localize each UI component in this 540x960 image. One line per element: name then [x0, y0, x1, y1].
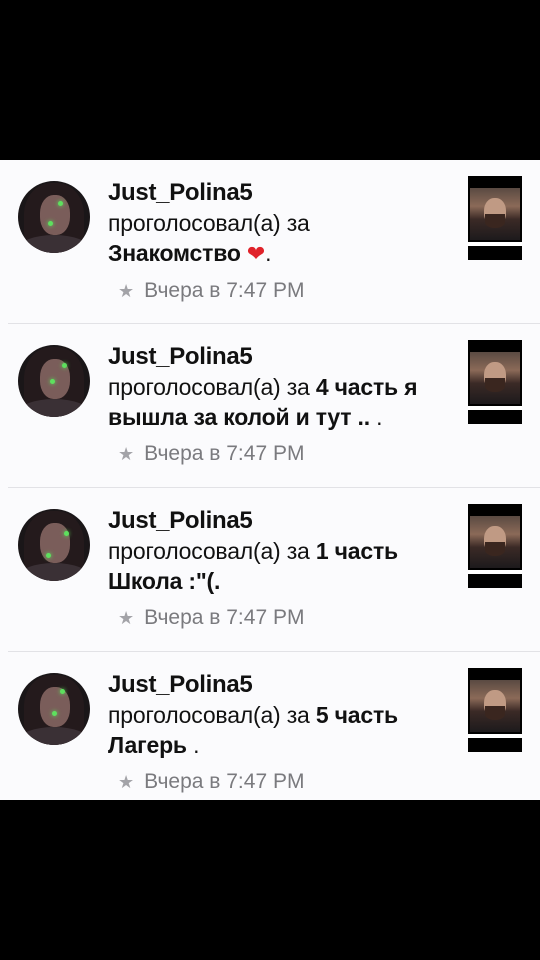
timestamp: ★ Вчера в 7:47 PM — [118, 604, 458, 632]
action-text: проголосовал(а) за — [108, 702, 310, 728]
timestamp: ★ Вчера в 7:47 PM — [118, 768, 458, 796]
timestamp-text: Вчера в 7:47 PM — [144, 770, 305, 793]
story-cover-thumbnail[interactable] — [468, 504, 522, 588]
star-icon: ★ — [118, 444, 135, 464]
notification-content: Just_Polina5 проголосовал(а) за Знакомст… — [108, 178, 458, 305]
star-icon: ★ — [118, 281, 135, 301]
star-icon: ★ — [118, 772, 135, 792]
notification-item[interactable]: Just_Polina5 проголосовал(а) за 4 часть … — [0, 324, 540, 488]
action-text: проголосовал(а) за — [108, 538, 310, 564]
story-cover-thumbnail[interactable] — [468, 668, 522, 752]
notification-content: Just_Polina5 проголосовал(а) за 5 часть … — [108, 670, 458, 796]
notification-message: проголосовал(а) за 1 часть Школа :"(. — [108, 536, 458, 596]
timestamp-text: Вчера в 7:47 PM — [144, 279, 305, 302]
notification-content: Just_Polina5 проголосовал(а) за 4 часть … — [108, 342, 458, 468]
notifications-panel: Just_Polina5 проголосовал(а) за Знакомст… — [0, 160, 540, 800]
story-cover-thumbnail[interactable] — [468, 340, 522, 424]
timestamp: ★ Вчера в 7:47 PM — [118, 277, 458, 305]
avatar[interactable] — [18, 181, 90, 253]
action-text: проголосовал(а) за — [108, 210, 310, 236]
notification-message: проголосовал(а) за 4 часть я вышла за ко… — [108, 372, 458, 432]
title-suffix: . — [369, 404, 383, 430]
avatar[interactable] — [18, 673, 90, 745]
heart-icon: ❤ — [246, 241, 266, 266]
username[interactable]: Just_Polina5 — [108, 342, 458, 372]
username[interactable]: Just_Polina5 — [108, 178, 458, 208]
username[interactable]: Just_Polina5 — [108, 506, 458, 536]
story-title[interactable]: Знакомство — [108, 240, 241, 266]
story-cover-thumbnail[interactable] — [468, 176, 522, 260]
avatar[interactable] — [18, 345, 90, 417]
timestamp-text: Вчера в 7:47 PM — [144, 442, 305, 465]
action-text: проголосовал(а) за — [108, 374, 310, 400]
notification-message: проголосовал(а) за Знакомство ❤. — [108, 208, 458, 269]
title-suffix: . — [186, 732, 200, 758]
star-icon: ★ — [118, 608, 135, 628]
avatar[interactable] — [18, 509, 90, 581]
notification-item[interactable]: Just_Polina5 проголосовал(а) за 5 часть … — [0, 652, 540, 816]
notification-content: Just_Polina5 проголосовал(а) за 1 часть … — [108, 506, 458, 632]
timestamp: ★ Вчера в 7:47 PM — [118, 440, 458, 468]
title-suffix: . — [265, 240, 272, 266]
notification-message: проголосовал(а) за 5 часть Лагерь . — [108, 700, 458, 760]
notification-item[interactable]: Just_Polina5 проголосовал(а) за 1 часть … — [0, 488, 540, 652]
username[interactable]: Just_Polina5 — [108, 670, 458, 700]
notification-item[interactable]: Just_Polina5 проголосовал(а) за Знакомст… — [0, 160, 540, 324]
timestamp-text: Вчера в 7:47 PM — [144, 606, 305, 629]
